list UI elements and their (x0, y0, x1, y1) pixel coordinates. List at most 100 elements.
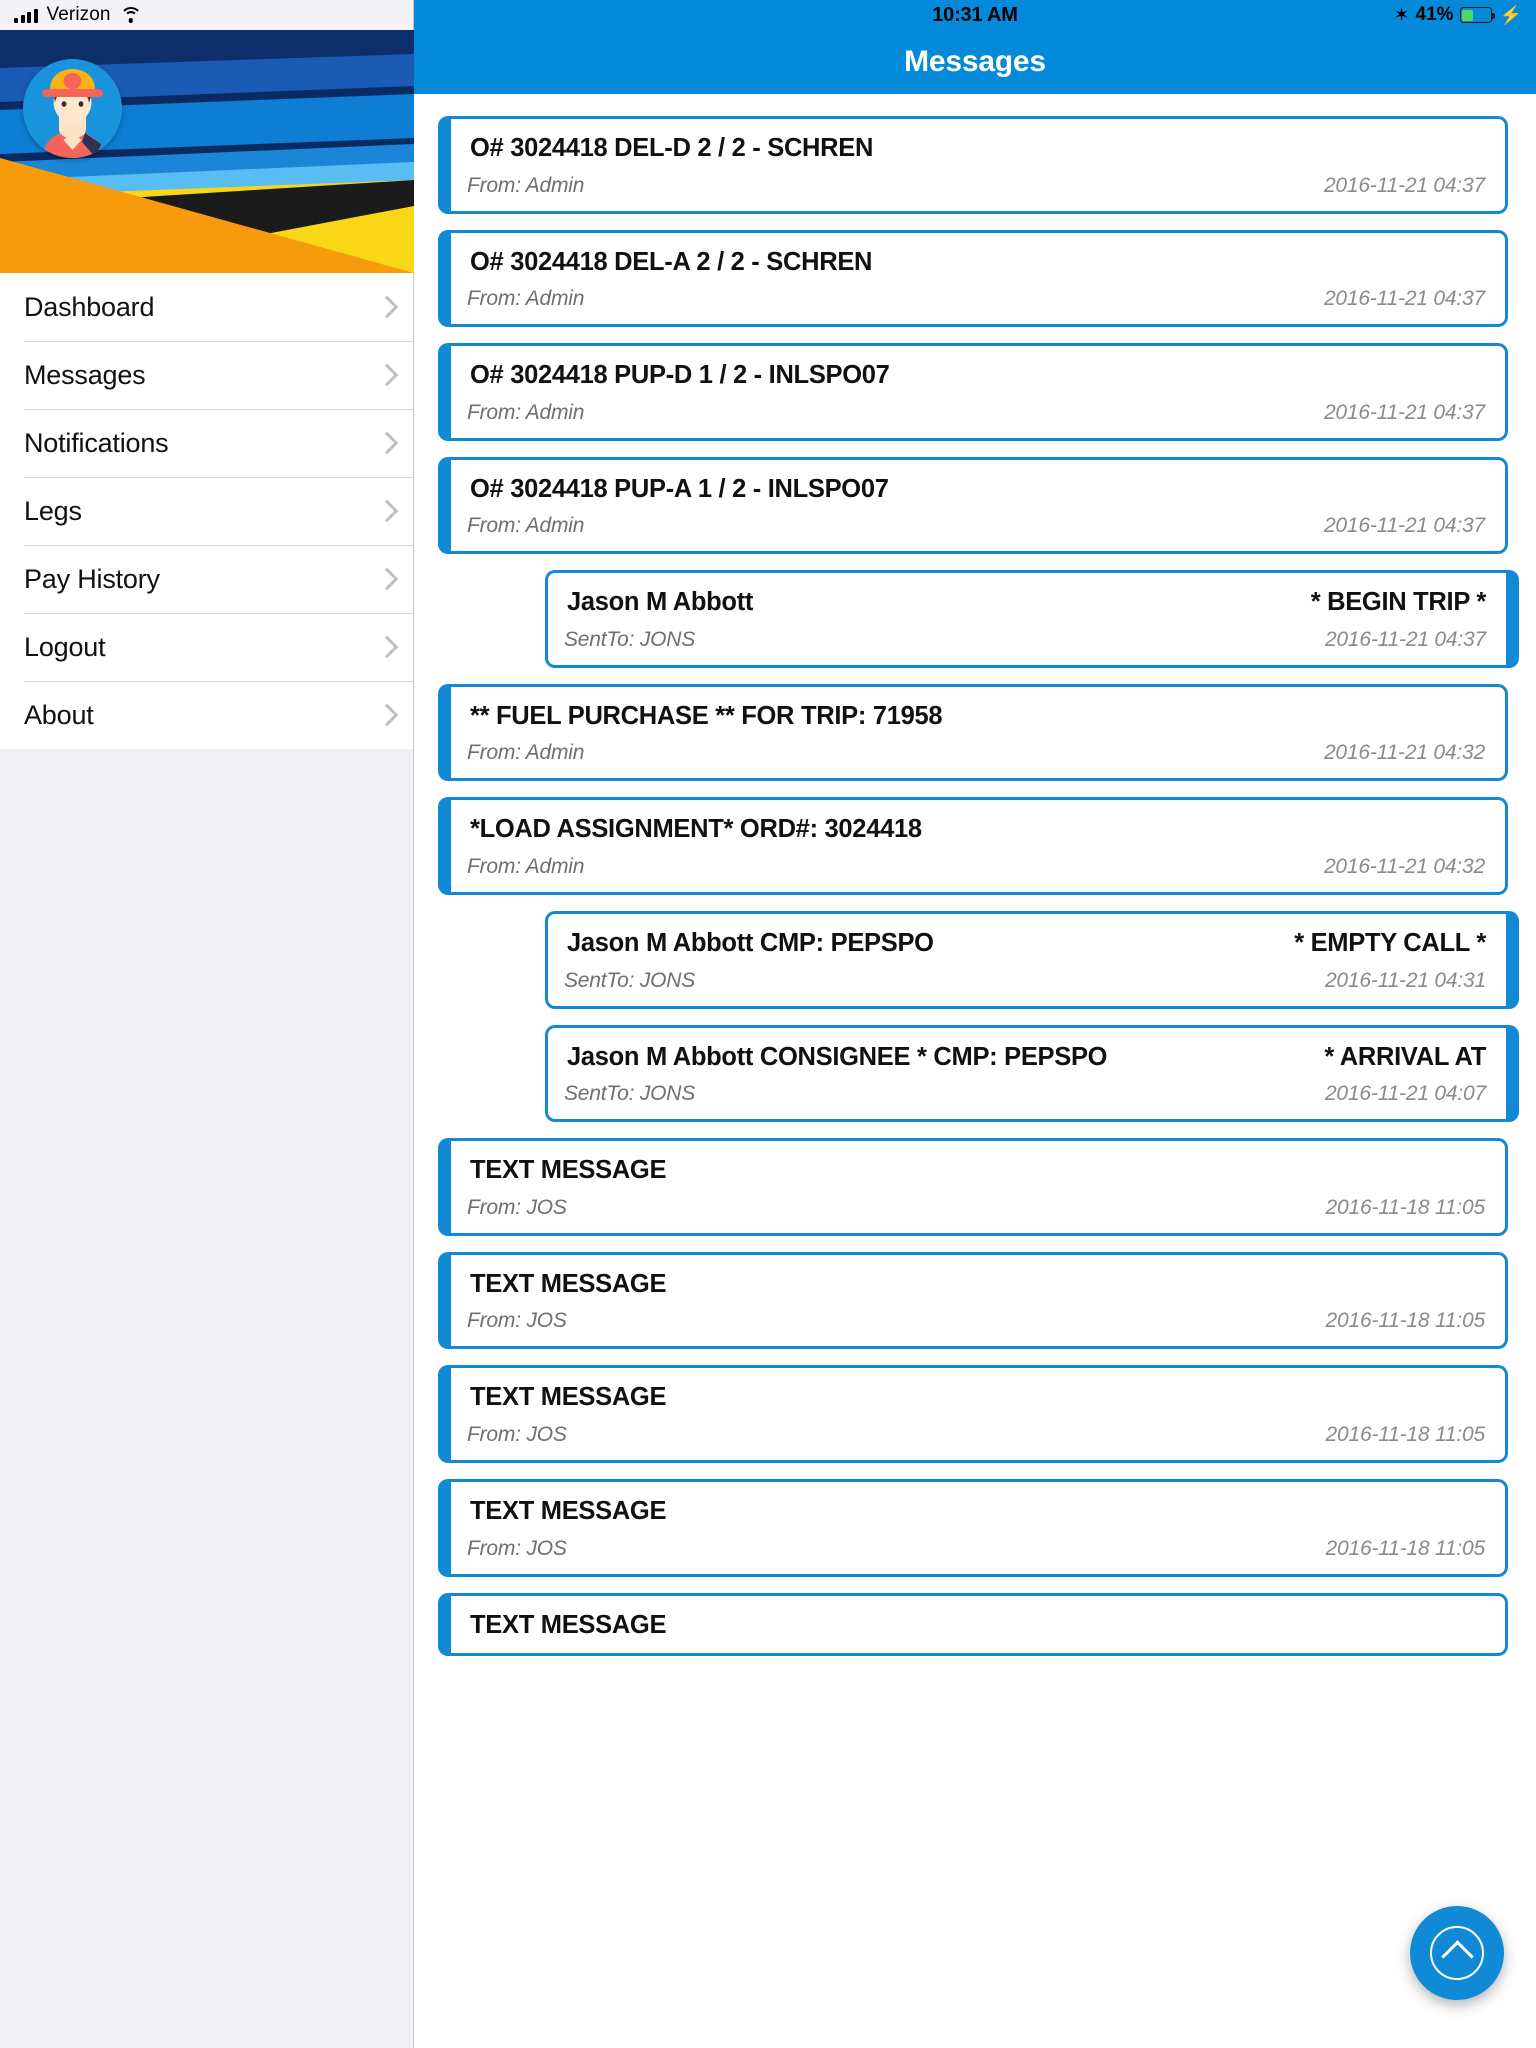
message-sender: From: JOS (467, 1309, 567, 1333)
message-meta: SentTo: JONS 2016-11-21 04:31 (564, 969, 1486, 993)
message-card[interactable]: TEXT MESSAGE From: JOS 2016-11-18 11:05 (438, 1138, 1508, 1236)
message-status-label: * EMPTY CALL * (1294, 929, 1486, 958)
battery-percent-label: 41% (1415, 4, 1454, 25)
message-sender: From: Admin (467, 173, 585, 197)
lightning-bolt-icon: ⚡ (1499, 4, 1522, 25)
message-timestamp: 2016-11-21 04:07 (1324, 1082, 1486, 1106)
message-title: * ARRIVAL AT Jason M Abbott CONSIGNEE * C… (564, 1043, 1486, 1073)
message-sender: From: Admin (467, 855, 585, 879)
carrier-label: Verizon (46, 4, 111, 25)
message-card[interactable]: O# 3024418 DEL-A 2 / 2 - SCHREN From: Adm… (438, 229, 1508, 328)
message-card[interactable]: O# 3024418 PUP-D 1 / 2 - INLSPO07 From: A… (438, 343, 1508, 441)
message-title: TEXT MESSAGE (467, 1611, 1485, 1641)
page-title: Messages (904, 45, 1046, 78)
sidebar-item-label: Notifications (24, 427, 169, 458)
message-sender: From: JOS (467, 1195, 567, 1219)
bluetooth-icon: ✶ (1393, 4, 1410, 26)
battery-icon (1459, 7, 1496, 23)
message-title-text: TEXT MESSAGE (470, 1156, 667, 1185)
message-sender: SentTo: JONS (564, 1082, 696, 1106)
sidebar-item-label: Legs (24, 495, 82, 526)
message-title-text: TEXT MESSAGE (470, 1269, 667, 1298)
message-card[interactable]: O# 3024418 PUP-A 1 / 2 - INLSPO07 From: A… (438, 456, 1508, 555)
sidebar-item-about[interactable]: About (0, 681, 413, 749)
message-title-text: TEXT MESSAGE (470, 1496, 667, 1525)
message-meta: From: Admin 2016-11-21 04:37 (467, 514, 1485, 538)
chevron-right-icon (378, 704, 391, 726)
message-title: TEXT MESSAGE (467, 1270, 1485, 1300)
wifi-icon (119, 7, 142, 23)
message-sender: SentTo: JONS (564, 627, 696, 651)
message-title-text: TEXT MESSAGE (470, 1610, 667, 1639)
message-meta: From: JOS 2016-11-18 11:05 (467, 1309, 1485, 1333)
sidebar-item-messages[interactable]: Messages (0, 341, 413, 409)
sidebar-item-label: Pay History (24, 563, 160, 594)
main-panel: 10:31 AM ✶ 41% ⚡ Messages O# 3024418 DEL… (414, 0, 1536, 2048)
message-title: ** FUEL PURCHASE ** FOR TRIP: 71958 (467, 702, 1485, 732)
message-timestamp: 2016-11-21 04:37 (1323, 287, 1485, 311)
message-sender: From: Admin (467, 514, 585, 538)
scroll-to-top-button[interactable] (1410, 1906, 1504, 2000)
message-card[interactable]: TEXT MESSAGE (438, 1592, 1508, 1657)
status-indicators: ✶ 41% ⚡ (1394, 4, 1522, 26)
message-title-text: O# 3024418 PUP-A 1 / 2 - INLSPO07 (470, 474, 889, 503)
message-title: O# 3024418 DEL-D 2 / 2 - SCHREN (467, 134, 1485, 164)
message-title-text: O# 3024418 DEL-A 2 / 2 - SCHREN (470, 247, 873, 276)
message-card[interactable]: O# 3024418 DEL-D 2 / 2 - SCHREN From: Adm… (438, 116, 1508, 214)
status-bar: 10:31 AM ✶ 41% ⚡ (414, 0, 1536, 30)
message-sender: From: Admin (467, 741, 585, 765)
sidebar-item-notifications[interactable]: Notifications (0, 409, 413, 477)
message-card[interactable]: * EMPTY CALL * Jason M Abbott CMP: PEPSPO… (545, 911, 1519, 1009)
message-meta: From: Admin 2016-11-21 04:37 (467, 287, 1485, 311)
messages-list[interactable]: O# 3024418 DEL-D 2 / 2 - SCHREN From: Adm… (414, 94, 1536, 2048)
message-title-text: *LOAD ASSIGNMENT* ORD#: 3024418 (470, 815, 922, 844)
message-timestamp: 2016-11-21 04:37 (1324, 627, 1486, 651)
message-title: TEXT MESSAGE (467, 1497, 1485, 1527)
message-card[interactable]: *LOAD ASSIGNMENT* ORD#: 3024418 From: Adm… (438, 797, 1508, 896)
message-title-text: TEXT MESSAGE (470, 1383, 667, 1412)
signal-bars-icon (14, 8, 38, 23)
message-card[interactable]: ** FUEL PURCHASE ** FOR TRIP: 71958 From:… (438, 683, 1508, 782)
message-title: O# 3024418 DEL-A 2 / 2 - SCHREN (467, 248, 1485, 278)
message-meta: From: Admin 2016-11-21 04:32 (467, 741, 1485, 765)
message-card[interactable]: * BEGIN TRIP * Jason M Abbott SentTo: JONS… (545, 570, 1519, 668)
message-meta: From: JOS 2016-11-18 11:05 (467, 1196, 1485, 1220)
nav-bar: Messages (414, 30, 1536, 94)
message-timestamp: 2016-11-21 04:31 (1324, 968, 1486, 992)
top-bar: 10:31 AM ✶ 41% ⚡ Messages (414, 0, 1536, 94)
message-title: *LOAD ASSIGNMENT* ORD#: 3024418 (467, 815, 1485, 845)
message-meta: From: Admin 2016-11-21 04:37 (467, 401, 1485, 425)
message-title: TEXT MESSAGE (467, 1156, 1485, 1186)
message-title-text: Jason M Abbott CMP: PEPSPO (567, 929, 934, 958)
message-card[interactable]: TEXT MESSAGE From: JOS 2016-11-18 11:05 (438, 1365, 1508, 1463)
clock-label: 10:31 AM (932, 3, 1018, 26)
message-meta: From: Admin 2016-11-21 04:32 (467, 855, 1485, 879)
message-title: O# 3024418 PUP-D 1 / 2 - INLSPO07 (467, 361, 1485, 391)
message-sender: SentTo: JONS (564, 968, 696, 992)
sidebar: Verizon Dashboard Messages Notifications… (0, 0, 414, 2048)
message-title-text: O# 3024418 DEL-D 2 / 2 - SCHREN (470, 134, 874, 162)
message-sender: From: JOS (467, 1536, 567, 1560)
message-title-text: ** FUEL PURCHASE ** FOR TRIP: 71958 (470, 701, 943, 730)
sidebar-item-logout[interactable]: Logout (0, 613, 413, 681)
sidebar-item-pay-history[interactable]: Pay History (0, 545, 413, 613)
message-timestamp: 2016-11-21 04:37 (1323, 514, 1485, 538)
message-title: * BEGIN TRIP * Jason M Abbott (564, 588, 1486, 618)
chevron-right-icon (378, 636, 391, 658)
message-meta: SentTo: JONS 2016-11-21 04:37 (564, 628, 1486, 652)
message-card[interactable]: TEXT MESSAGE From: JOS 2016-11-18 11:05 (438, 1478, 1508, 1577)
sidebar-item-label: Logout (24, 631, 106, 662)
sidebar-item-dashboard[interactable]: Dashboard (0, 273, 413, 341)
chevron-right-icon (378, 296, 391, 318)
chevron-up-icon (1430, 1926, 1484, 1980)
message-meta: SentTo: JONS 2016-11-21 04:07 (564, 1082, 1486, 1106)
message-sender: From: JOS (467, 1422, 567, 1446)
profile-banner (0, 30, 414, 273)
message-sender: From: Admin (467, 287, 585, 311)
chevron-right-icon (378, 500, 391, 522)
sidebar-item-legs[interactable]: Legs (0, 477, 413, 545)
app-screen: Verizon Dashboard Messages Notifications… (0, 0, 1536, 2048)
message-card[interactable]: * ARRIVAL AT Jason M Abbott CONSIGNEE * C… (545, 1024, 1519, 1123)
message-card[interactable]: TEXT MESSAGE From: JOS 2016-11-18 11:05 (438, 1251, 1508, 1350)
message-status-label: * BEGIN TRIP * (1310, 588, 1487, 617)
